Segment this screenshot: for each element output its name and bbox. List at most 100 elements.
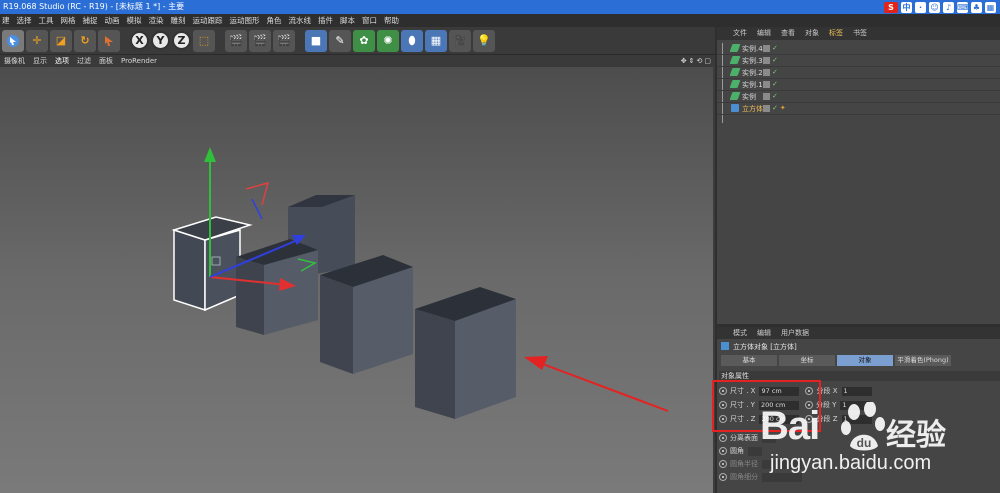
viewport-menu-prorender[interactable]: ProRender: [121, 55, 157, 67]
instance-box-2[interactable]: [320, 255, 413, 374]
viewport-menu-camera[interactable]: 摄像机: [4, 55, 25, 67]
object-visibility-flags[interactable]: ✓ ✦: [763, 105, 786, 112]
separate-surfaces-checkbox[interactable]: [762, 433, 776, 443]
fillet-checkbox[interactable]: [748, 446, 762, 456]
am-menu-user-data[interactable]: 用户数据: [781, 327, 809, 339]
y-axis-lock-button[interactable]: Y: [151, 31, 170, 50]
om-menu-bookmarks[interactable]: 书签: [853, 27, 867, 40]
move-tool-icon[interactable]: ✛: [26, 29, 48, 52]
animate-toggle[interactable]: [719, 447, 727, 455]
floor-icon[interactable]: ▦: [425, 29, 447, 52]
subtab-phong[interactable]: 平滑着色(Phong): [895, 355, 951, 366]
animate-toggle[interactable]: [719, 473, 727, 481]
menu-pipeline[interactable]: 流水线: [289, 14, 312, 27]
subdivision-surface-icon[interactable]: ✿: [353, 29, 375, 52]
menu-help[interactable]: 帮助: [384, 14, 399, 27]
object-visibility-flags[interactable]: ✓: [763, 45, 778, 52]
menu-animate[interactable]: 动画: [105, 14, 120, 27]
object-row-instance-2[interactable]: 实例.2 ✓: [717, 67, 1000, 79]
fillet-radius-input[interactable]: [762, 459, 802, 469]
object-list: 实例.4 ✓ 实例.3 ✓ 实例.2 ✓ 实例.1 ✓ 实例 ✓ 立方体 ✓ ✦: [717, 43, 1000, 115]
subtab-object[interactable]: 对象: [837, 355, 893, 366]
coordinate-system-icon[interactable]: ⬚: [193, 29, 215, 52]
menu-snap[interactable]: 捕捉: [83, 14, 98, 27]
menu-tools[interactable]: 工具: [39, 14, 54, 27]
segments-y-input[interactable]: 1: [840, 400, 871, 410]
instance-box-1[interactable]: [236, 239, 318, 335]
viewport-menu-panel[interactable]: 面板: [99, 55, 113, 67]
x-axis-lock-button[interactable]: X: [130, 31, 149, 50]
cloner-icon[interactable]: ✺: [377, 29, 399, 52]
menu-mograph[interactable]: 运动图形: [230, 14, 260, 27]
rotate-view-icon[interactable]: ⟲: [697, 55, 703, 67]
grid-icon[interactable]: ▦: [985, 1, 996, 13]
animate-toggle[interactable]: [719, 460, 727, 468]
menu-script[interactable]: 脚本: [340, 14, 355, 27]
viewport-menu-filter[interactable]: 过滤: [77, 55, 91, 67]
checkmark-icon: ✓: [772, 44, 778, 52]
zoom-view-icon[interactable]: ⇕: [689, 55, 695, 67]
om-menu-objects[interactable]: 对象: [805, 27, 819, 40]
object-row-instance-4[interactable]: 实例.4 ✓: [717, 43, 1000, 55]
om-menu-edit[interactable]: 编辑: [757, 27, 771, 40]
recent-tool-icon[interactable]: [98, 29, 120, 52]
am-menu-edit[interactable]: 编辑: [757, 327, 771, 339]
object-visibility-flags[interactable]: ✓: [763, 81, 778, 88]
chinese-input-icon[interactable]: 中: [901, 1, 912, 13]
object-visibility-flags[interactable]: ✓: [763, 57, 778, 64]
instance-box-3[interactable]: [415, 287, 516, 419]
menu-simulate[interactable]: 模拟: [127, 14, 142, 27]
tag-dots-icon[interactable]: ✦: [780, 105, 786, 112]
menu-render[interactable]: 渲染: [149, 14, 164, 27]
subtab-coord[interactable]: 坐标: [779, 355, 835, 366]
punctuation-icon[interactable]: ·: [915, 1, 926, 13]
viewport-menu-display[interactable]: 显示: [33, 55, 47, 67]
emoji-icon[interactable]: ☺: [929, 1, 940, 13]
fillet-subdivision-input[interactable]: [762, 472, 802, 482]
viewport-menu-options[interactable]: 选项: [55, 55, 69, 67]
deformer-icon[interactable]: ⬮: [401, 29, 423, 52]
object-row-cube[interactable]: 立方体 ✓ ✦: [717, 103, 1000, 115]
scale-tool-icon[interactable]: ◪: [50, 29, 72, 52]
maximize-view-icon[interactable]: ▢: [704, 55, 711, 67]
subtab-basic[interactable]: 基本: [721, 355, 777, 366]
am-menu-mode[interactable]: 模式: [733, 327, 747, 339]
menu-character[interactable]: 角色: [267, 14, 282, 27]
render-view-icon[interactable]: 🎬: [225, 29, 247, 52]
menu-create[interactable]: 建: [2, 14, 10, 27]
pan-view-icon[interactable]: ✥: [681, 55, 687, 67]
menu-motion-tracking[interactable]: 运动跟踪: [193, 14, 223, 27]
camera-icon[interactable]: 🎥: [449, 29, 471, 52]
animate-toggle[interactable]: [719, 434, 727, 442]
fillet-label: 圆角: [730, 447, 744, 455]
object-row-instance-1[interactable]: 实例.1 ✓: [717, 79, 1000, 91]
menu-plugins[interactable]: 插件: [318, 14, 333, 27]
sogou-icon[interactable]: S: [884, 1, 898, 13]
object-visibility-flags[interactable]: ✓: [763, 93, 778, 100]
menu-sculpt[interactable]: 雕刻: [171, 14, 186, 27]
segments-z-input[interactable]: 1: [841, 414, 872, 424]
light-icon[interactable]: 💡: [473, 29, 495, 52]
om-menu-view[interactable]: 查看: [781, 27, 795, 40]
3d-viewport[interactable]: [0, 67, 713, 493]
z-axis-lock-button[interactable]: Z: [172, 31, 191, 50]
object-visibility-flags[interactable]: ✓: [763, 69, 778, 76]
render-picture-viewer-icon[interactable]: 🎬: [249, 29, 271, 52]
rotate-tool-icon[interactable]: ↻: [74, 29, 96, 52]
object-row-instance-3[interactable]: 实例.3 ✓: [717, 55, 1000, 67]
om-menu-file[interactable]: 文件: [733, 27, 747, 40]
object-row-instance[interactable]: 实例 ✓: [717, 91, 1000, 103]
segments-x-input[interactable]: 1: [841, 386, 872, 396]
menu-window[interactable]: 窗口: [362, 14, 377, 27]
pen-spline-icon[interactable]: ✎: [329, 29, 351, 52]
cube-primitive-icon[interactable]: ■: [305, 29, 327, 52]
microphone-icon[interactable]: ♪: [943, 1, 954, 13]
om-menu-tags[interactable]: 标签: [829, 27, 843, 40]
menu-mesh[interactable]: 网格: [61, 14, 76, 27]
menu-select[interactable]: 选择: [17, 14, 32, 27]
render-settings-icon[interactable]: 🎬: [273, 29, 295, 52]
skin-icon[interactable]: ♣: [971, 1, 982, 13]
select-arrow-icon[interactable]: [2, 29, 24, 52]
layer-icon: [763, 81, 770, 88]
keyboard-icon[interactable]: ⌨: [957, 1, 969, 13]
